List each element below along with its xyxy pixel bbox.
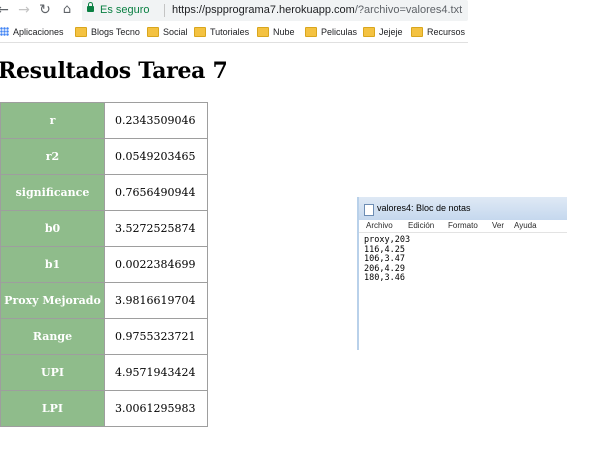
row-label: UPI bbox=[0, 354, 105, 391]
menu-ayuda[interactable]: Ayuda bbox=[514, 220, 537, 232]
row-value: 0.2343509046 bbox=[104, 102, 208, 139]
bookmark-social[interactable]: Social bbox=[147, 25, 188, 39]
apps-icon bbox=[0, 27, 9, 37]
text-line: 116,4.25 bbox=[364, 244, 405, 255]
bookmark-label: Peliculas bbox=[321, 27, 358, 37]
folder-icon bbox=[363, 26, 375, 37]
bookmarks-bar: Aplicaciones Blogs Tecno Social Tutorial… bbox=[0, 22, 468, 43]
back-icon[interactable]: ← bbox=[0, 1, 12, 19]
bookmark-label: Blogs Tecno bbox=[91, 27, 140, 37]
notepad-window: valores4: Bloc de notas Archivo Edición … bbox=[357, 197, 567, 350]
table-row: r2 0.0549203465 bbox=[0, 138, 208, 175]
folder-icon bbox=[147, 26, 159, 37]
row-label: LPI bbox=[0, 390, 105, 427]
table-row: b0 3.5272525874 bbox=[0, 210, 208, 247]
bookmark-label: Tutoriales bbox=[210, 27, 250, 37]
bookmark-label: Jejeje bbox=[379, 27, 403, 37]
address-bar[interactable]: Es seguro https://pspprograma7.herokuapp… bbox=[82, 0, 468, 21]
menu-archivo[interactable]: Archivo bbox=[366, 220, 393, 232]
url-host: https://pspprograma7.herokuapp.com bbox=[172, 4, 355, 16]
table-row: Range 0.9755323721 bbox=[0, 318, 208, 355]
table-row: LPI 3.0061295983 bbox=[0, 390, 208, 427]
results-table: r 0.2343509046 r2 0.0549203465 significa… bbox=[0, 102, 208, 427]
row-value: 3.9816619704 bbox=[104, 282, 208, 319]
notepad-icon bbox=[364, 204, 374, 216]
bookmark-tutoriales[interactable]: Tutoriales bbox=[194, 25, 249, 39]
notepad-menu-bar: Archivo Edición Formato Ver Ayuda bbox=[359, 220, 567, 233]
address-separator bbox=[164, 4, 165, 17]
bookmark-recursos[interactable]: Recursos bbox=[411, 25, 465, 39]
bookmark-label: Nube bbox=[273, 27, 295, 37]
bookmark-label: Social bbox=[163, 27, 188, 37]
row-value: 3.5272525874 bbox=[104, 210, 208, 247]
table-row: r 0.2343509046 bbox=[0, 102, 208, 139]
row-label: r bbox=[0, 102, 105, 139]
text-line: 180,3.46 bbox=[364, 273, 405, 284]
bookmark-aplicaciones[interactable]: Aplicaciones bbox=[0, 25, 64, 39]
menu-formato[interactable]: Formato bbox=[448, 220, 478, 232]
bookmark-nube[interactable]: Nube bbox=[257, 25, 295, 39]
table-row: b1 0.0022384699 bbox=[0, 246, 208, 283]
reload-icon[interactable]: ↻ bbox=[36, 1, 54, 19]
notepad-text-area[interactable]: proxy,203 116,4.25 106,3.47 206,4.29 180… bbox=[364, 235, 411, 284]
text-line: proxy,203 bbox=[364, 235, 411, 245]
row-value: 4.9571943424 bbox=[104, 354, 208, 391]
menu-edicion[interactable]: Edición bbox=[408, 220, 434, 232]
row-label: significance bbox=[0, 174, 105, 211]
bookmark-peliculas[interactable]: Peliculas bbox=[305, 25, 357, 39]
folder-icon bbox=[305, 26, 317, 37]
bookmark-label: Recursos bbox=[427, 27, 466, 37]
notepad-title: valores4: Bloc de notas bbox=[377, 203, 471, 213]
row-label: b0 bbox=[0, 210, 105, 247]
table-row: Proxy Mejorado 3.9816619704 bbox=[0, 282, 208, 319]
row-value: 0.9755323721 bbox=[104, 318, 208, 355]
table-row: UPI 4.9571943424 bbox=[0, 354, 208, 391]
row-value: 0.0549203465 bbox=[104, 138, 208, 175]
row-label: b1 bbox=[0, 246, 105, 283]
page-title: Resultados Tarea 7 bbox=[0, 58, 228, 84]
row-value: 3.0061295983 bbox=[104, 390, 208, 427]
url-text: https://pspprograma7.herokuapp.com/?arch… bbox=[172, 0, 462, 21]
bookmark-jejeje[interactable]: Jejeje bbox=[363, 25, 403, 39]
text-line: 106,3.47 bbox=[364, 254, 405, 265]
lock-icon bbox=[87, 2, 94, 12]
url-query: /?archivo=valores4.txt bbox=[354, 4, 463, 16]
row-label: r2 bbox=[0, 138, 105, 175]
bookmark-blogs-tecno[interactable]: Blogs Tecno bbox=[75, 25, 140, 39]
forward-icon[interactable]: → bbox=[15, 1, 33, 19]
table-row: significance 0.7656490944 bbox=[0, 174, 208, 211]
folder-icon bbox=[257, 26, 269, 37]
text-line: 206,4.29 bbox=[364, 263, 405, 274]
menu-ver[interactable]: Ver bbox=[492, 220, 504, 232]
home-icon[interactable]: ⌂ bbox=[58, 1, 76, 19]
folder-icon bbox=[411, 26, 423, 37]
folder-icon bbox=[194, 26, 206, 37]
browser-toolbar: ← → ↻ ⌂ Es seguro https://pspprograma7.h… bbox=[0, 0, 468, 22]
notepad-titlebar[interactable]: valores4: Bloc de notas bbox=[359, 197, 567, 220]
row-label: Range bbox=[0, 318, 105, 355]
row-label: Proxy Mejorado bbox=[0, 282, 105, 319]
row-value: 0.0022384699 bbox=[104, 246, 208, 283]
row-value: 0.7656490944 bbox=[104, 174, 208, 211]
folder-icon bbox=[75, 26, 87, 37]
security-indicator[interactable]: Es seguro bbox=[100, 0, 150, 21]
bookmark-label: Aplicaciones bbox=[13, 27, 64, 37]
